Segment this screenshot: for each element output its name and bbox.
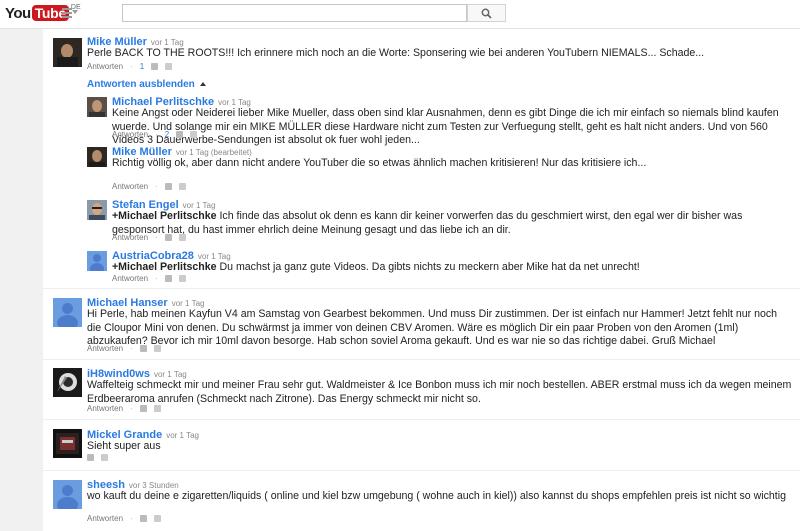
reply-text-body: Du machst ja ganz gute Videos. Da gibts … — [216, 261, 640, 273]
comment-timestamp[interactable]: vor 3 Stunden — [129, 481, 179, 490]
search-icon — [481, 8, 492, 19]
thumbs-down-icon[interactable] — [101, 454, 108, 461]
thumbs-down-icon[interactable] — [178, 275, 186, 282]
thumbs-up-icon[interactable] — [151, 63, 159, 70]
avatar[interactable] — [53, 480, 82, 509]
mention-link[interactable]: +Michael Perlitschke — [112, 261, 217, 273]
comment-text: Sieht super aus — [87, 440, 161, 452]
comment-actions: Antworten · — [87, 514, 161, 523]
comment-text: Hi Perle, hab meinen Kayfun V4 am Samsta… — [87, 308, 778, 347]
avatar[interactable] — [87, 200, 107, 220]
search-input[interactable] — [122, 4, 467, 22]
thumbs-up-icon[interactable] — [164, 234, 172, 241]
reply-actions: Antworten · — [112, 182, 186, 191]
avatar[interactable] — [53, 368, 82, 397]
comment-timestamp[interactable]: vor 1 Tag — [154, 370, 187, 379]
comment-text: wo kauft du deine e zigaretten/liquids (… — [87, 490, 786, 502]
thumbs-up-icon[interactable] — [139, 515, 147, 522]
reply-button[interactable]: Antworten — [87, 344, 123, 353]
thumbs-down-icon[interactable] — [178, 234, 186, 241]
reply-actions: Antworten · — [112, 233, 186, 242]
thumbs-down-icon[interactable] — [153, 515, 161, 522]
divider — [43, 359, 800, 360]
avatar[interactable] — [87, 97, 107, 117]
divider — [43, 419, 800, 420]
thumbs-up-icon[interactable] — [164, 183, 172, 190]
reply-button[interactable]: Antworten — [112, 274, 148, 283]
thumbs-down-icon[interactable] — [190, 131, 198, 138]
reply-timestamp[interactable]: vor 1 Tag (bearbeitet) — [176, 148, 252, 157]
comment-actions: Antworten · 1 — [87, 62, 173, 71]
hide-replies-label: Antworten ausblenden — [87, 79, 195, 90]
reply-timestamp[interactable]: vor 1 Tag — [218, 98, 251, 107]
comment-timestamp[interactable]: vor 1 Tag — [166, 431, 199, 440]
reply-button[interactable]: Antworten — [87, 404, 123, 413]
like-count: 2 — [164, 130, 170, 139]
reply-button[interactable]: Antworten — [87, 62, 123, 71]
reply-button[interactable]: Antworten — [87, 514, 123, 523]
avatar[interactable] — [53, 429, 82, 458]
mention-link[interactable]: +Michael Perlitschke — [112, 210, 217, 222]
avatar[interactable] — [87, 147, 107, 167]
thumbs-down-icon[interactable] — [153, 405, 161, 412]
reply-actions: Antworten · — [112, 274, 186, 283]
divider — [43, 288, 800, 289]
reply-actions: Antworten · 2 — [112, 130, 198, 139]
comment-timestamp[interactable]: vor 1 Tag — [151, 38, 184, 47]
thumbs-up-icon[interactable] — [164, 275, 172, 282]
search-button[interactable] — [467, 4, 506, 22]
comment-actions: Antworten · — [87, 344, 161, 353]
hide-replies-toggle[interactable]: Antworten ausblenden — [87, 79, 206, 90]
comments-panel: Mike Müller vor 1 Tag Perle BACK TO THE R… — [43, 29, 800, 531]
comment-text: Waffelteig schmeckt mir und meiner Frau … — [87, 379, 792, 405]
avatar[interactable] — [87, 251, 107, 271]
thumbs-up-icon[interactable] — [139, 405, 147, 412]
reply-timestamp[interactable]: vor 1 Tag — [198, 252, 231, 261]
reply-timestamp[interactable]: vor 1 Tag — [183, 201, 216, 210]
reply-text: +Michael Perlitschke Du machst ja ganz g… — [112, 261, 792, 275]
chevron-down-icon — [72, 10, 78, 14]
avatar[interactable] — [53, 38, 82, 67]
reply-button[interactable]: Antworten — [112, 130, 148, 139]
comment-text: Perle BACK TO THE ROOTS!!! Ich erinnere … — [87, 47, 705, 59]
reply-button[interactable]: Antworten — [112, 233, 148, 242]
comment-timestamp[interactable]: vor 1 Tag — [172, 299, 205, 308]
reply-text: +Michael Perlitschke Ich finde das absol… — [112, 210, 792, 237]
thumbs-up-icon[interactable] — [139, 345, 147, 352]
logo-you-text: You — [5, 5, 31, 22]
thumbs-down-icon[interactable] — [178, 183, 186, 190]
avatar[interactable] — [53, 298, 82, 327]
like-count: 1 — [139, 62, 145, 71]
thumbs-down-icon[interactable] — [165, 63, 173, 70]
reply-text: Keine Angst oder Neiderei lieber Mike Mu… — [112, 107, 779, 146]
reply-button[interactable]: Antworten — [112, 182, 148, 191]
masthead: You Tube DE — [0, 0, 800, 29]
divider — [43, 470, 800, 471]
chevron-up-icon — [199, 82, 206, 87]
thumbs-up-icon[interactable] — [87, 454, 94, 461]
comment-actions — [87, 454, 108, 461]
thumbs-up-icon[interactable] — [176, 131, 184, 138]
thumbs-down-icon[interactable] — [153, 345, 161, 352]
reply-text: Richtig völlig ok, aber dann nicht ander… — [112, 157, 647, 169]
comment-actions: Antworten · — [87, 404, 161, 413]
